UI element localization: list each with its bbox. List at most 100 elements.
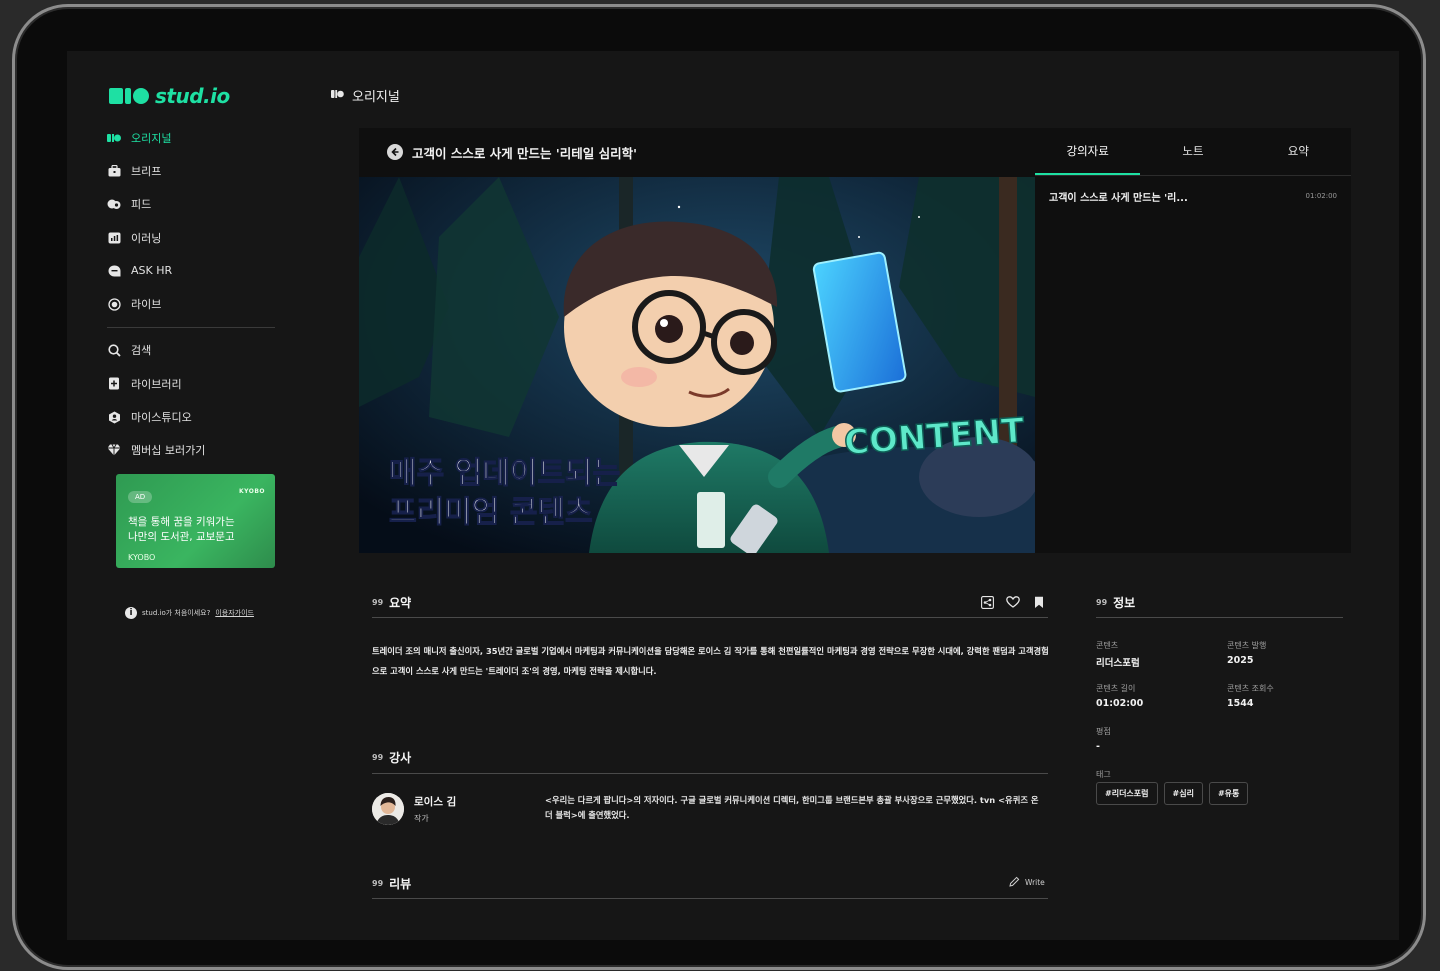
tag-list: #리더스포럼 #심리 #유통 <box>1096 782 1249 805</box>
membership-icon <box>107 443 121 457</box>
info-value: 2025 <box>1227 655 1254 666</box>
back-button[interactable] <box>387 144 403 160</box>
review-divider <box>372 898 1048 899</box>
ad-brand-logo: KYOBO <box>238 488 265 495</box>
briefcase-icon <box>107 164 121 178</box>
tablet-frame: stud.io 오리지널 브리프 피드 이러닝 ASK HR 라이브 검색 라이… <box>12 4 1426 970</box>
page-title-text: 오리지널 <box>352 90 400 105</box>
sidebar-item-ask-hr[interactable]: ASK HR <box>107 254 277 287</box>
info-heading-text: 정보 <box>1113 596 1136 610</box>
originals-icon <box>107 131 121 145</box>
quote-icon: 99 <box>372 753 384 762</box>
info-value: 1544 <box>1227 698 1254 709</box>
info-heading: 99 정보 <box>1096 594 1135 611</box>
review-heading: 99 리뷰 <box>372 875 411 892</box>
share-icon[interactable] <box>980 595 994 609</box>
video-player[interactable]: CONTENT 매주 업데이트되는 프리미엄 콘텐츠 <box>359 177 1035 553</box>
quote-icon: 99 <box>1096 598 1108 607</box>
tag-chip[interactable]: #리더스포럼 <box>1096 782 1158 805</box>
info-field-views: 콘텐츠 조회수 1544 <box>1227 683 1274 709</box>
info-label: 콘텐츠 발행 <box>1227 641 1267 650</box>
sidebar-item-brief[interactable]: 브리프 <box>107 154 277 187</box>
instructor-role: 작가 <box>414 814 429 823</box>
info-field-rating: 평점 - <box>1096 726 1111 752</box>
summary-heading-text: 요약 <box>389 596 412 610</box>
playlist-item-title: 고객이 스스로 사게 만드는 '리... <box>1049 192 1188 204</box>
player-panel: 고객이 스스로 사게 만드는 '리테일 심리학' CONTENT 매주 업데이트… <box>359 128 1351 553</box>
ad-copy-line: 책을 통해 꿈을 키워가는 <box>128 516 235 528</box>
sidebar-item-live[interactable]: 라이브 <box>107 287 277 320</box>
instructor-card[interactable]: 로이스 김 작가 <box>372 793 456 825</box>
player-title-bar: 고객이 스스로 사게 만드는 '리테일 심리학' <box>359 128 1035 176</box>
sidebar-item-originals[interactable]: 오리지널 <box>107 121 277 154</box>
sidebar-item-library[interactable]: 라이브러리 <box>107 367 277 400</box>
heart-icon[interactable] <box>1006 595 1020 609</box>
originals-icon <box>331 88 344 103</box>
info-field-tags: 태그 <box>1096 769 1111 780</box>
info-label: 콘텐츠 조회수 <box>1227 684 1274 693</box>
sidebar-item-elearning[interactable]: 이러닝 <box>107 221 277 254</box>
playlist-item-duration: 01:02:00 <box>1305 192 1337 200</box>
video-title: 고객이 스스로 사게 만드는 '리테일 심리학' <box>412 145 637 161</box>
sidebar-item-label: ASK HR <box>131 264 173 278</box>
sidebar-item-search[interactable]: 검색 <box>107 334 277 367</box>
summary-divider <box>372 617 1048 618</box>
sidebar-item-my-studio[interactable]: 마이스튜디오 <box>107 400 277 433</box>
tag-chip[interactable]: #유통 <box>1208 782 1249 805</box>
help-hint: i stud.io가 처음이세요? 이용자가이드 <box>125 607 254 619</box>
ad-copy: 책을 통해 꿈을 키워가는 나만의 도서관, 교보문고 <box>128 515 263 545</box>
tag-chip[interactable]: #심리 <box>1163 782 1203 805</box>
sidebar-item-feed[interactable]: 피드 <box>107 188 277 221</box>
sidebar-item-label: 검색 <box>131 344 152 358</box>
app-screen: stud.io 오리지널 브리프 피드 이러닝 ASK HR 라이브 검색 라이… <box>67 51 1399 940</box>
summary-body: 트레이더 조의 매니저 출신이자, 35년간 글로벌 기업에서 마케팅과 커뮤니… <box>372 646 1049 676</box>
sidebar-item-label: 오리지널 <box>131 131 172 145</box>
info-field-published: 콘텐츠 발행 2025 <box>1227 640 1266 666</box>
search-icon <box>107 343 121 357</box>
feed-icon <box>107 197 121 211</box>
playlist-item[interactable]: 고객이 스스로 사게 만드는 '리... 01:02:00 <box>1035 177 1351 215</box>
sidebar-nav: 오리지널 브리프 피드 이러닝 ASK HR 라이브 검색 라이브러리 마이스튜… <box>107 121 277 467</box>
user-guide-link[interactable]: 이용자가이드 <box>215 608 254 618</box>
info-label: 콘텐츠 길이 <box>1096 684 1136 693</box>
info-field-content: 콘텐츠 리더스포럼 <box>1096 640 1140 669</box>
info-value: 리더스포럼 <box>1096 658 1140 669</box>
info-label: 평점 <box>1096 727 1111 736</box>
sidebar-item-label: 브리프 <box>131 164 162 178</box>
logo-mark-icon <box>109 88 149 104</box>
info-label: 콘텐츠 <box>1096 641 1119 650</box>
info-value: - <box>1096 741 1100 752</box>
write-label: Write <box>1025 878 1045 887</box>
tab-notes[interactable]: 노트 <box>1140 128 1245 175</box>
live-icon <box>107 297 121 311</box>
info-value: 01:02:00 <box>1096 698 1144 709</box>
instructor-heading-text: 강사 <box>389 751 412 765</box>
pencil-icon <box>1009 876 1020 889</box>
bookmark-icon[interactable] <box>1032 595 1046 609</box>
sidebar-item-label: 피드 <box>131 198 152 212</box>
summary-heading: 99 요약 <box>372 594 411 611</box>
instructor-name: 로이스 김 <box>414 796 457 808</box>
sidebar-item-label: 마이스튜디오 <box>131 411 192 425</box>
sidebar-item-label: 라이브 <box>131 298 162 312</box>
avatar <box>372 793 404 825</box>
studio-logo[interactable]: stud.io <box>109 84 230 108</box>
info-label: 태그 <box>1096 770 1111 779</box>
logo-text: stud.io <box>155 84 230 108</box>
video-thumbnail: CONTENT 매주 업데이트되는 프리미엄 콘텐츠 <box>359 177 1035 553</box>
quote-icon: 99 <box>372 879 384 888</box>
page-title: 오리지널 <box>331 86 400 105</box>
help-text: stud.io가 처음이세요? <box>142 609 211 617</box>
summary-actions <box>980 595 1046 609</box>
ad-sub: KYOBO <box>128 553 156 562</box>
tab-summary[interactable]: 요약 <box>1246 128 1351 175</box>
ad-banner[interactable]: AD KYOBO 책을 통해 꿈을 키워가는 나만의 도서관, 교보문고 KYO… <box>116 474 275 568</box>
ad-badge: AD <box>128 491 153 503</box>
write-review-button[interactable]: Write <box>1009 876 1045 889</box>
sidebar-divider <box>107 326 275 328</box>
sidebar-item-membership[interactable]: 멤버십 보러가기 <box>107 434 277 467</box>
tab-materials[interactable]: 강의자료 <box>1035 128 1141 175</box>
sidebar-item-label: 라이브러리 <box>131 377 182 391</box>
review-heading-text: 리뷰 <box>389 877 412 891</box>
instructor-bio: <우리는 다르게 팝니다>의 저자이다. 구글 글로벌 커뮤니케이션 디렉터, … <box>545 795 1039 820</box>
